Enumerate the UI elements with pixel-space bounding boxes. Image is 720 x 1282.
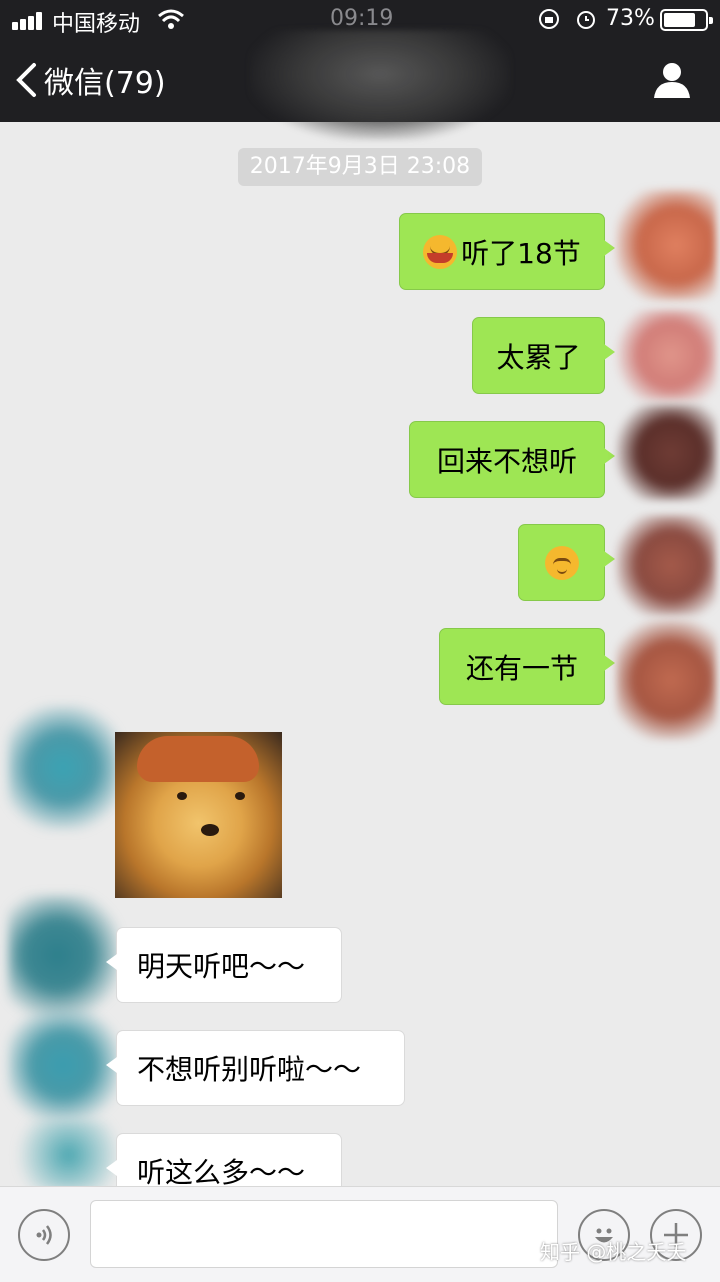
sender-avatar[interactable] — [616, 190, 716, 300]
back-button[interactable]: 微信(79) — [14, 58, 166, 102]
contact-avatar[interactable] — [8, 895, 118, 1015]
message-bubble-sent[interactable]: 太累了 — [472, 317, 615, 394]
contact-avatar[interactable] — [8, 705, 118, 830]
sender-avatar[interactable] — [616, 310, 716, 400]
sender-avatar[interactable] — [616, 515, 716, 615]
message-bubble-sent[interactable]: 听了18节 — [399, 213, 615, 290]
message-text: 听了18节 — [461, 236, 581, 270]
message-input[interactable] — [90, 1200, 558, 1268]
laughing-tears-emoji — [423, 234, 458, 269]
message-text: 不想听别听啦～～ — [137, 1053, 362, 1086]
carrier-name: 中国移动 — [52, 12, 141, 37]
sender-avatar[interactable] — [616, 405, 716, 500]
shiba-dog-sticker[interactable] — [115, 732, 282, 898]
status-time: 09:19 — [330, 6, 394, 31]
signal-icon — [12, 10, 46, 30]
voice-button[interactable] — [18, 1209, 70, 1261]
message-bubble-received[interactable]: 不想听别听啦～～ — [106, 1030, 405, 1106]
message-bubble-sent[interactable] — [518, 524, 615, 601]
person-icon[interactable] — [652, 60, 692, 100]
sender-avatar[interactable] — [616, 620, 716, 740]
message-text: 明天听吧～～ — [137, 950, 306, 983]
back-label: 微信(79) — [44, 66, 166, 101]
message-text: 回来不想听 — [436, 444, 577, 478]
wifi-icon — [158, 9, 184, 29]
message-text: 还有一节 — [465, 651, 578, 685]
message-text: 太累了 — [496, 340, 581, 374]
message-bubble-received[interactable]: 明天听吧～～ — [106, 927, 342, 1003]
redacted-title-scribble — [250, 30, 510, 140]
voice-icon — [36, 1225, 52, 1245]
shy-smile-emoji — [544, 545, 579, 580]
orientation-lock-icon — [539, 9, 559, 29]
alarm-icon — [577, 11, 595, 29]
contact-avatar[interactable] — [8, 1120, 118, 1190]
chat-timestamp: 2017年9月3日 23:08 — [238, 148, 482, 186]
message-text: 听这么多～～ — [137, 1156, 306, 1189]
contact-avatar[interactable] — [8, 1010, 118, 1120]
message-bubble-sent[interactable]: 还有一节 — [439, 628, 615, 705]
battery-percent: 73% — [606, 6, 655, 31]
input-bar — [0, 1186, 720, 1282]
battery-icon — [660, 9, 713, 31]
watermark: 知乎 @桃之夭夭 — [540, 1240, 687, 1264]
message-bubble-sent[interactable]: 回来不想听 — [409, 421, 615, 498]
chevron-left-icon — [16, 63, 36, 97]
